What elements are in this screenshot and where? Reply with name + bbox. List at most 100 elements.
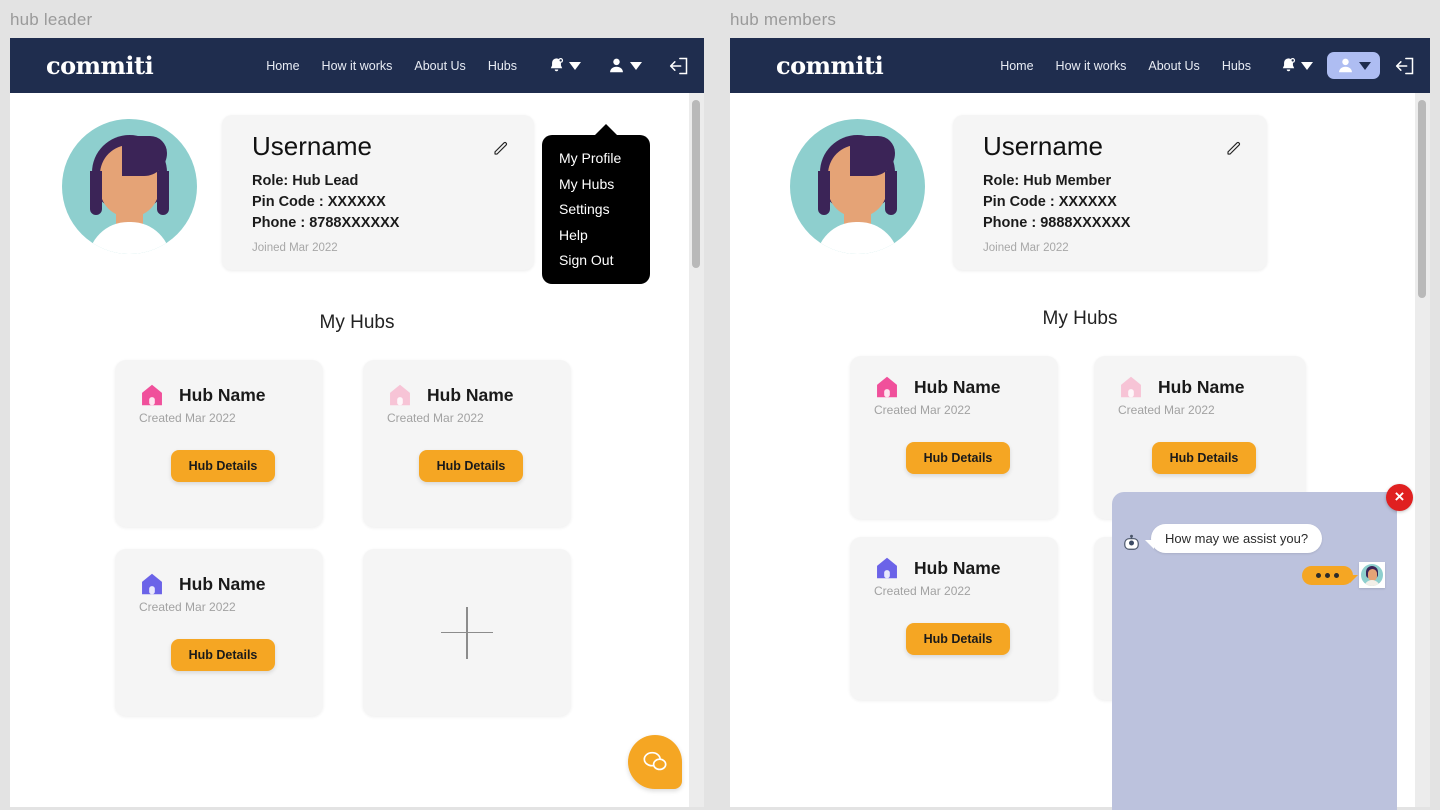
logout-icon[interactable]	[1394, 56, 1416, 76]
nav-link-about-us[interactable]: About Us	[414, 59, 465, 73]
profile-username: Username	[983, 131, 1103, 161]
hub-head: Hub Name	[874, 374, 1042, 400]
hub-grid: Hub Name Created Mar 2022 Hub Details Hu…	[10, 360, 704, 716]
profile-phone: Phone : 9888XXXXXX	[983, 215, 1131, 231]
brand-logo[interactable]: commiti	[776, 51, 884, 80]
hub-details-button[interactable]: Hub Details	[170, 639, 276, 671]
hub-card[interactable]: Hub Name Created Mar 2022 Hub Details	[850, 356, 1058, 519]
chat-bot-row: How may we assist you?	[1120, 524, 1323, 555]
house-icon	[1121, 376, 1141, 398]
hub-name: Hub Name	[914, 376, 1001, 397]
hub-details-button[interactable]: Hub Details	[170, 450, 276, 482]
hub-created-date: Created Mar 2022	[387, 411, 484, 425]
person-glyph	[1339, 58, 1352, 73]
screenshot-stage: hub leader hub members commiti Home How …	[0, 0, 1440, 810]
hub-head: Hub Name	[139, 382, 307, 408]
profile-row: Username Role: Hub Member Pin Code : XXX…	[730, 115, 1430, 270]
menu-item-settings[interactable]: Settings	[542, 197, 650, 223]
profile-pin-code: Pin Code : XXXXXX	[983, 194, 1117, 210]
nav-links: Home How it works About Us Hubs	[266, 59, 517, 73]
chevron-down-icon	[630, 61, 642, 70]
menu-item-sign-out[interactable]: Sign Out	[542, 248, 650, 274]
my-hubs-heading: My Hubs	[319, 312, 395, 333]
hub-name: Hub Name	[179, 573, 266, 594]
close-glyph: ×	[1394, 487, 1405, 506]
profile-role: Role: Hub Lead	[252, 173, 359, 189]
hub-card[interactable]: Hub Name Created Mar 2022 Hub Details	[850, 537, 1058, 700]
logout-icon[interactable]	[668, 56, 690, 76]
robot-bot-icon	[1124, 534, 1139, 550]
chat-user-row	[1302, 562, 1385, 588]
hub-details-button[interactable]: Hub Details	[905, 623, 1011, 655]
hub-details-button[interactable]: Hub Details	[905, 442, 1011, 474]
profile-username: Username	[252, 131, 372, 161]
chat-widget: × How may we assist you?	[1112, 484, 1413, 810]
scrollbar-thumb[interactable]	[1418, 100, 1426, 298]
nav-link-hubs[interactable]: Hubs	[1222, 59, 1251, 73]
nav-link-how-it-works[interactable]: How it works	[1056, 59, 1127, 73]
add-hub-card[interactable]	[363, 549, 571, 716]
hub-head: Hub Name	[387, 382, 555, 408]
dropdown-tail	[594, 124, 618, 136]
hub-details-button[interactable]: Hub Details	[418, 450, 524, 482]
hub-card[interactable]: Hub Name Created Mar 2022 Hub Details	[115, 360, 323, 527]
chevron-down-icon	[1359, 61, 1371, 70]
bell-glyph	[1282, 58, 1296, 72]
hub-details-button[interactable]: Hub Details	[1151, 442, 1257, 474]
hub-name: Hub Name	[427, 384, 514, 405]
notifications-bell-icon[interactable]	[547, 56, 581, 75]
vertical-scrollbar[interactable]	[1415, 93, 1430, 807]
hub-name: Hub Name	[179, 384, 266, 405]
bell-glyph	[550, 58, 564, 72]
nav-link-how-it-works[interactable]: How it works	[322, 59, 393, 73]
nav-link-home[interactable]: Home	[1000, 59, 1033, 73]
hub-created-date: Created Mar 2022	[1118, 403, 1215, 417]
hub-created-date: Created Mar 2022	[874, 403, 971, 417]
chat-bubbles-icon	[643, 751, 667, 771]
hub-name: Hub Name	[914, 557, 1001, 578]
my-hubs-heading: My Hubs	[1042, 308, 1118, 329]
pencil-edit-icon[interactable]	[1225, 139, 1243, 157]
plus-icon	[441, 606, 493, 659]
notifications-bell-icon[interactable]	[1279, 56, 1313, 75]
profile-joined: Joined Mar 2022	[252, 242, 338, 254]
hub-card[interactable]: Hub Name Created Mar 2022 Hub Details	[115, 549, 323, 716]
menu-item-my-hubs[interactable]: My Hubs	[542, 172, 650, 198]
pencil-edit-icon[interactable]	[492, 139, 510, 157]
vertical-scrollbar[interactable]	[689, 93, 704, 807]
profile-phone: Phone : 8788XXXXXX	[252, 215, 400, 231]
house-icon	[877, 376, 897, 398]
hub-name: Hub Name	[1158, 376, 1245, 397]
chat-fab-button[interactable]	[628, 735, 682, 789]
right-panel-caption: hub members	[730, 10, 837, 29]
menu-item-my-profile[interactable]: My Profile	[542, 146, 650, 172]
nav-link-home[interactable]: Home	[266, 59, 299, 73]
house-icon	[877, 557, 897, 579]
chat-user-avatar	[1359, 562, 1385, 588]
profile-person-icon[interactable]	[598, 52, 651, 79]
logout-glyph	[669, 57, 688, 74]
profile-card: Username Role: Hub Lead Pin Code : XXXXX…	[222, 115, 534, 270]
house-icon	[142, 384, 162, 406]
chevron-down-icon	[1301, 61, 1313, 70]
chevron-down-icon	[569, 61, 581, 70]
menu-item-help[interactable]: Help	[542, 223, 650, 249]
profile-role: Role: Hub Member	[983, 173, 1112, 189]
nav-icons	[1279, 52, 1416, 79]
profile-joined: Joined Mar 2022	[983, 242, 1069, 254]
hub-leader-panel: commiti Home How it works About Us Hubs	[10, 38, 704, 807]
nav-link-about-us[interactable]: About Us	[1148, 59, 1199, 73]
nav-link-hubs[interactable]: Hubs	[488, 59, 517, 73]
person-glyph	[610, 58, 623, 73]
hub-card[interactable]: Hub Name Created Mar 2022 Hub Details	[363, 360, 571, 527]
profile-person-icon[interactable]	[1327, 52, 1380, 79]
logout-glyph	[1395, 57, 1414, 74]
scrollbar-thumb[interactable]	[692, 100, 700, 268]
profile-pin-code: Pin Code : XXXXXX	[252, 194, 386, 210]
chat-bot-message: How may we assist you?	[1144, 524, 1323, 553]
profile-card: Username Role: Hub Member Pin Code : XXX…	[953, 115, 1267, 270]
brand-logo[interactable]: commiti	[46, 51, 154, 80]
close-icon[interactable]: ×	[1386, 484, 1413, 511]
chat-user-message-bubble[interactable]	[1302, 565, 1358, 585]
navbar: commiti Home How it works About Us Hubs	[730, 38, 1430, 93]
